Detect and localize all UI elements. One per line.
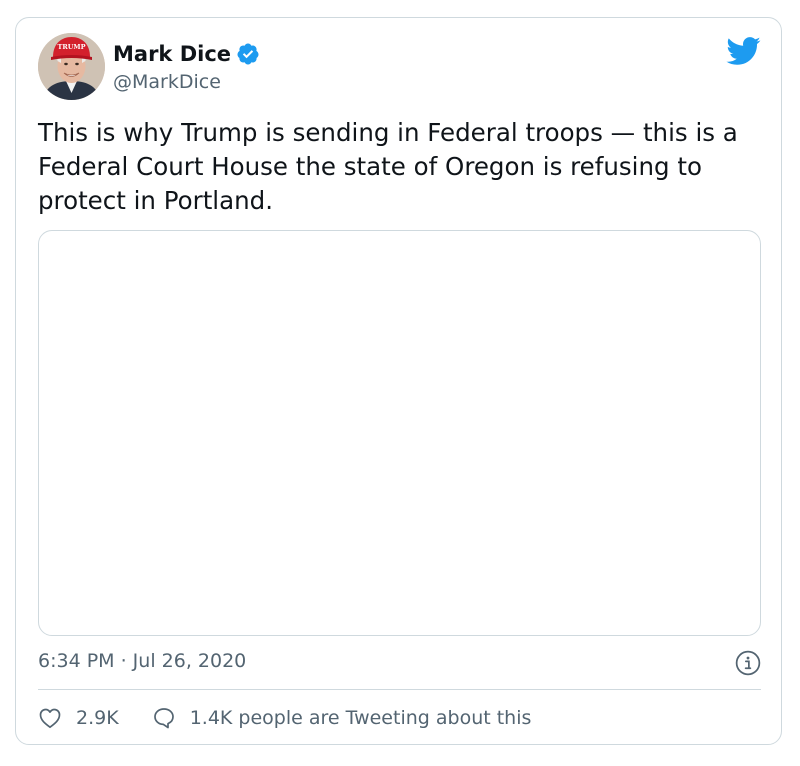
tweet-text: This is why Trump is sending in Federal …	[38, 118, 738, 215]
tweet-card[interactable]: TRUMP Mark Dice @MarkDice This is why Tr…	[15, 17, 782, 745]
media-placeholder[interactable]	[38, 230, 761, 636]
divider	[38, 689, 761, 690]
avatar-image: TRUMP	[38, 33, 105, 100]
conversation-count: 1.4K people are Tweeting about this	[189, 707, 532, 729]
author-handle[interactable]: @MarkDice	[113, 69, 221, 95]
author-display-name[interactable]: Mark Dice	[113, 40, 231, 68]
action-bar: 2.9K 1.4K people are Tweeting about this	[38, 702, 531, 734]
conversation-link[interactable]: 1.4K people are Tweeting about this	[152, 706, 532, 730]
like-button[interactable]: 2.9K	[38, 706, 119, 730]
speech-bubble-icon	[153, 708, 174, 729]
author-name-row[interactable]: Mark Dice	[113, 40, 260, 68]
tweet-timestamp[interactable]: 6:34 PM · Jul 26, 2020	[38, 646, 246, 676]
like-count: 2.9K	[76, 707, 119, 729]
twitter-bird-icon[interactable]	[725, 36, 761, 66]
avatar[interactable]: TRUMP	[38, 33, 105, 100]
heart-icon	[39, 708, 61, 729]
info-icon[interactable]	[735, 650, 761, 676]
verified-badge-icon	[237, 43, 259, 65]
avatar-hat-text: TRUMP	[58, 43, 86, 51]
